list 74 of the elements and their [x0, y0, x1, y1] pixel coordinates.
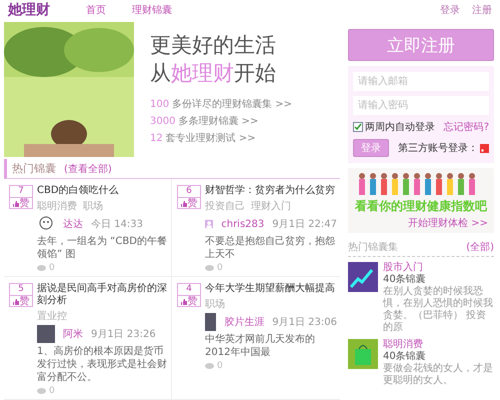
shopping-bag-icon: [348, 339, 378, 369]
article-excerpt: 不要总是抱怨自己贫穷，抱怨上天不: [205, 235, 336, 261]
collection-title[interactable]: 股市入门: [383, 262, 494, 274]
rss-icon[interactable]: [480, 144, 489, 152]
article-excerpt: 去年，一组名为 “CBD的午餐领馅” 图: [37, 235, 168, 261]
comment-icon: [37, 388, 46, 394]
post-time: 9月1日 23:26: [91, 328, 156, 341]
banner-caption: 看看你的理财健康指数吧: [355, 198, 487, 215]
view-all-link[interactable]: (查看全部): [64, 162, 112, 176]
hero-headline: 从她理财开始: [150, 61, 277, 86]
header-link[interactable]: 登录: [440, 2, 460, 16]
collection-title[interactable]: 聪明消费: [383, 339, 494, 351]
vote-badge[interactable]: 7 赞: [9, 185, 33, 209]
nav-tab[interactable]: 首页: [82, 0, 110, 18]
author-name[interactable]: 阿米: [63, 327, 83, 341]
checkbox[interactable]: [353, 122, 363, 132]
comment-icon: [205, 264, 214, 272]
register-button[interactable]: 立即注册: [348, 29, 494, 61]
article-title[interactable]: CBD的白领吃什么: [37, 185, 168, 197]
photo-placeholder: [37, 325, 55, 343]
checkbox-label: 两周内自动登录: [365, 120, 435, 134]
article-tag[interactable]: 职场: [205, 297, 225, 311]
article-tag[interactable]: 置业控: [37, 309, 67, 323]
thumbs-up-icon: [12, 201, 18, 207]
nav-tab[interactable]: 理财锦囊: [128, 0, 176, 18]
article-title[interactable]: 据说是民间高手对高房价的深刻分析: [37, 283, 168, 307]
login-button[interactable]: 登录: [353, 139, 389, 157]
article-tag[interactable]: 理财入门: [251, 199, 291, 213]
photo-placeholder: [205, 313, 216, 331]
password-field[interactable]: 请输入密码: [353, 96, 489, 115]
article-excerpt: 1、高房价的根本原因是货币发行过快，表现形式是社会财富分配不公。: [37, 345, 168, 384]
vote-badge[interactable]: 4 赞: [177, 283, 201, 307]
stat-link[interactable]: 12 套专业理财测试 >>: [150, 131, 256, 146]
thumbs-up-icon: [180, 299, 186, 305]
hero-headline: 更美好的生活: [150, 32, 277, 58]
section-title: 热门锦囊: [12, 161, 56, 176]
stat-link[interactable]: 3000 多条理财锦囊 >>: [150, 114, 258, 128]
post-time: 今日 14:33: [91, 218, 143, 231]
section-title: 热门锦囊集: [348, 240, 398, 254]
rising-chart-icon: [348, 262, 378, 292]
stat-link[interactable]: 100 多份详尽的理财锦囊集 >>: [150, 97, 292, 112]
comment-count: 0: [217, 263, 223, 273]
vote-badge[interactable]: 6 赞: [177, 185, 201, 209]
collection-excerpt: 在别人贪婪的时候我恐惧，在别人恐惧的时候我贪婪。（巴菲特） 投资的原: [383, 286, 494, 334]
comment-count: 0: [49, 263, 55, 273]
collection-count: 40条锦囊: [383, 274, 427, 286]
forgot-password-link[interactable]: 忘记密码?: [444, 120, 489, 134]
article-excerpt: 中华英才网前几天发布的2012年中国最: [205, 333, 316, 359]
post-time: 9月1日 22:47: [272, 218, 337, 231]
article-tag[interactable]: 职场: [83, 199, 103, 213]
collection-excerpt: 要做会花钱的女人，才是更聪明的女人。: [383, 363, 494, 387]
email-field[interactable]: 请输入邮箱: [353, 72, 489, 91]
thumbs-up-icon: [12, 299, 18, 305]
author-name[interactable]: 胶片生涯: [224, 315, 264, 329]
comment-icon: [205, 362, 214, 370]
article-tag[interactable]: 投资自己: [205, 199, 245, 213]
comment-count: 0: [217, 361, 223, 371]
site-logo[interactable]: 她理财: [8, 0, 50, 18]
view-all-link[interactable]: (全部): [466, 240, 494, 254]
checkup-link[interactable]: 开始理财体检 >>: [408, 216, 488, 230]
article-title[interactable]: 今年大学生期望薪酬大幅提高: [205, 283, 337, 295]
comment-count: 0: [49, 386, 55, 396]
author-name[interactable]: chris283: [221, 218, 264, 230]
third-party-label: 第三方账号登录：: [398, 142, 478, 155]
vote-badge[interactable]: 5 赞: [9, 283, 33, 307]
author-name[interactable]: 达达: [63, 217, 83, 231]
comment-icon: [37, 264, 46, 272]
header-link[interactable]: 注册: [472, 2, 492, 16]
article-tag[interactable]: 聪明消费: [37, 199, 77, 213]
article-title[interactable]: 财智哲学：贫穷者为什么贫穷: [205, 185, 337, 197]
collection-count: 40条锦囊: [383, 351, 427, 362]
post-time: 9月1日 23:06: [272, 316, 337, 329]
thumbs-up-icon: [180, 201, 186, 207]
check-icon: [354, 123, 362, 131]
